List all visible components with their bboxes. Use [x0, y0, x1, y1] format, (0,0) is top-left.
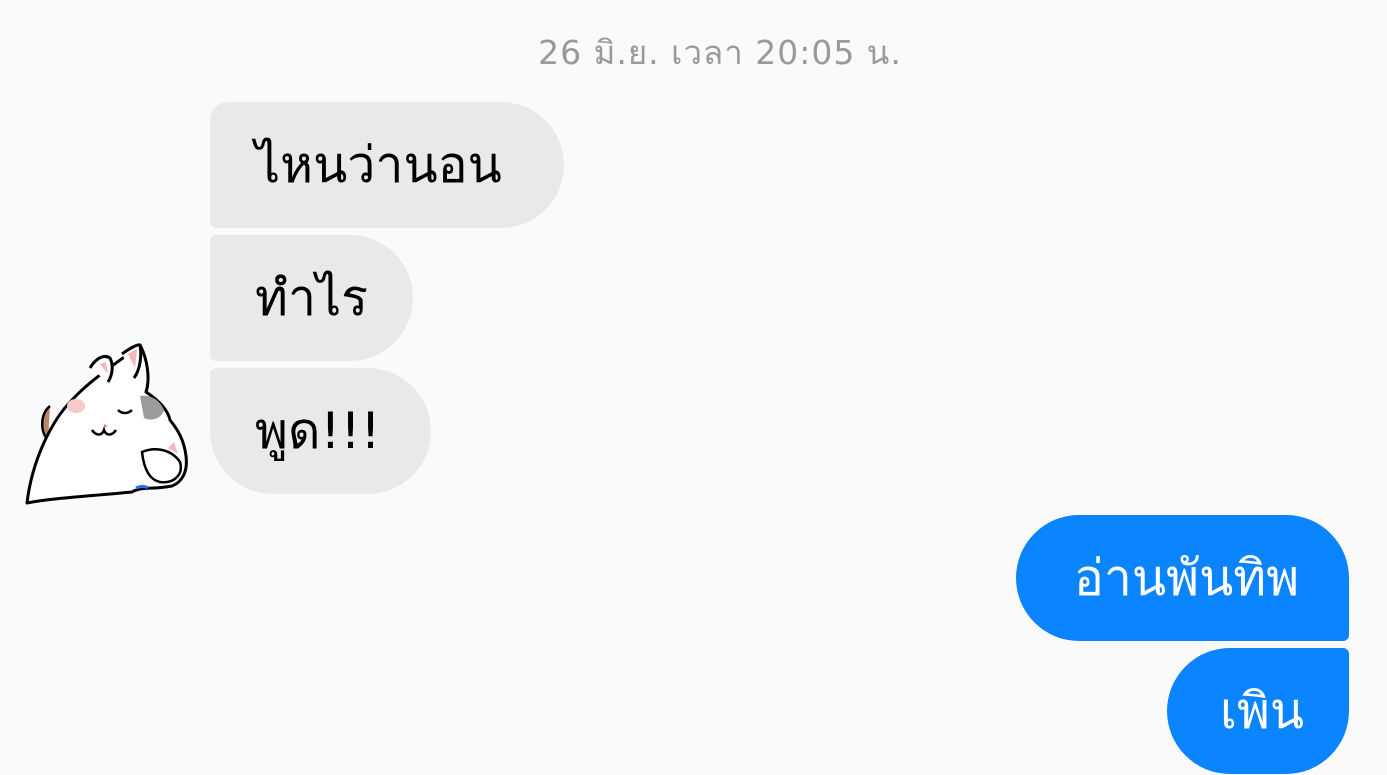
message-text: อ่านพันทิพ — [1073, 548, 1300, 607]
sleeping-cat-icon — [25, 343, 188, 505]
outgoing-message-bubble[interactable]: เพิน — [1167, 648, 1349, 774]
message-text: ไหนว่านอน — [255, 135, 502, 194]
sender-avatar-sticker[interactable] — [22, 340, 190, 508]
message-text: เพิน — [1219, 681, 1305, 740]
message-text: ทำไร — [255, 268, 369, 327]
incoming-message-bubble[interactable]: ไหนว่านอน — [210, 102, 564, 228]
incoming-message-bubble[interactable]: ทำไร — [210, 235, 413, 361]
outgoing-message-bubble[interactable]: อ่านพันทิพ — [1016, 515, 1349, 641]
message-text: พูด!!! — [255, 401, 381, 460]
incoming-message-bubble[interactable]: พูด!!! — [210, 368, 431, 494]
message-timestamp: 26 มิ.ย. เวลา 20:05 น. — [538, 33, 902, 72]
